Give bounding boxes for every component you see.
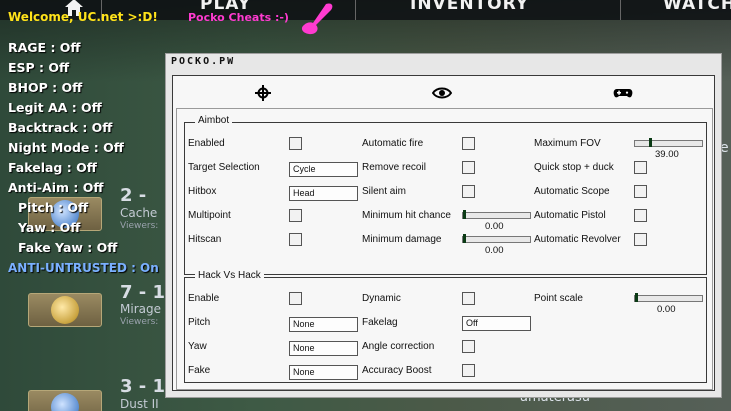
multipoint-label: Multipoint <box>188 210 231 221</box>
silent-aim-label: Silent aim <box>362 186 406 197</box>
fakelag-dropdown[interactable]: Off <box>462 316 531 331</box>
cheat-menu-window[interactable]: POCKO.PW Aimbot Enabled Target Selection… <box>165 53 722 398</box>
match-score: 2 - <box>120 185 147 206</box>
target-selection-label: Target Selection <box>188 162 260 173</box>
aimbot-group-title: Aimbot <box>195 115 233 126</box>
angle-correction-label: Angle correction <box>362 341 435 352</box>
pitch-label: Pitch <box>188 317 211 328</box>
automatic-pistol-checkbox[interactable] <box>634 209 647 222</box>
target-selection-dropdown[interactable]: Cycle <box>289 162 358 177</box>
eye-icon[interactable] <box>432 85 452 101</box>
max-fov-value: 39.00 <box>655 149 679 160</box>
automatic-scope-checkbox[interactable] <box>634 185 647 198</box>
match-map: Cache <box>120 206 158 220</box>
crosshair-icon[interactable] <box>253 85 273 101</box>
hvh-enable-label: Enable <box>188 293 220 304</box>
match-score: 7 - 1 <box>120 282 166 303</box>
automatic-revolver-checkbox[interactable] <box>634 233 647 246</box>
overlay-esp-status: ESP : Off <box>8 60 70 75</box>
yaw-label: Yaw <box>188 341 207 352</box>
fakelag-label: Fakelag <box>362 317 398 328</box>
slider-knob[interactable] <box>463 234 466 243</box>
hvh-group-title: Hack Vs Hack <box>195 270 264 281</box>
quick-stop-checkbox[interactable] <box>634 161 647 174</box>
remove-recoil-checkbox[interactable] <box>462 161 475 174</box>
overlay-night-mode-status: Night Mode : Off <box>8 140 124 155</box>
accuracy-boost-label: Accuracy Boost <box>362 365 432 376</box>
aimbot-group: Aimbot Enabled Target Selection Cycle Hi… <box>184 115 707 275</box>
tab-bar <box>173 76 714 108</box>
point-scale-value: 0.00 <box>657 304 676 315</box>
match-rank-badge[interactable] <box>28 293 102 327</box>
automatic-fire-checkbox[interactable] <box>462 137 475 150</box>
overlay-backtrack-status: Backtrack : Off <box>8 120 113 135</box>
brand-text: Pocko Cheats :-) <box>188 11 289 24</box>
fake-dropdown[interactable]: None <box>289 365 358 380</box>
rank-emblem-icon <box>51 296 79 324</box>
min-damage-value: 0.00 <box>485 245 504 256</box>
automatic-fire-label: Automatic fire <box>362 138 424 149</box>
yaw-dropdown[interactable]: None <box>289 341 358 356</box>
nav-tab-inventory[interactable]: INVENTORY <box>410 0 529 14</box>
enabled-label: Enabled <box>188 138 225 149</box>
min-damage-slider[interactable] <box>462 234 531 243</box>
overlay-bhop-status: BHOP : Off <box>8 80 83 95</box>
match-rank-badge[interactable] <box>28 390 102 411</box>
automatic-revolver-label: Automatic Revolver <box>534 234 621 245</box>
overlay-pitch-status: Pitch : Off <box>18 200 89 215</box>
silent-aim-checkbox[interactable] <box>462 185 475 198</box>
point-scale-slider[interactable] <box>634 293 703 302</box>
automatic-scope-label: Automatic Scope <box>534 186 610 197</box>
match-map: Dust II <box>120 397 159 411</box>
hack-vs-hack-group: Hack Vs Hack Enable Pitch None Yaw None … <box>184 270 707 383</box>
min-damage-label: Minimum damage <box>362 234 442 245</box>
match-viewers: Viewers: <box>120 317 159 327</box>
overlay-fake-yaw-status: Fake Yaw : Off <box>18 240 118 255</box>
dynamic-checkbox[interactable] <box>462 292 475 305</box>
pitch-dropdown[interactable]: None <box>289 317 358 332</box>
match-map: Mirage <box>120 302 161 316</box>
min-hit-chance-label: Minimum hit chance <box>362 210 451 221</box>
window-title: POCKO.PW <box>171 56 236 67</box>
hvh-enable-checkbox[interactable] <box>289 292 302 305</box>
angle-correction-checkbox[interactable] <box>462 340 475 353</box>
window-body: Aimbot Enabled Target Selection Cycle Hi… <box>172 75 715 391</box>
nav-separator <box>620 0 621 20</box>
gamepad-icon[interactable] <box>613 85 633 101</box>
slider-knob[interactable] <box>649 138 652 147</box>
match-viewers: Viewers: <box>120 221 159 231</box>
overlay-legit-aa-status: Legit AA : Off <box>8 100 102 115</box>
overlay-anti-untrusted-status: ANTI-UNTRUSTED : On <box>8 261 159 275</box>
slider-knob[interactable] <box>635 293 638 302</box>
nav-separator <box>355 0 356 20</box>
dynamic-label: Dynamic <box>362 293 401 304</box>
accuracy-boost-checkbox[interactable] <box>462 364 475 377</box>
hitscan-label: Hitscan <box>188 234 222 245</box>
nav-tab-watch[interactable]: WATCH <box>663 0 731 14</box>
max-fov-slider[interactable] <box>634 138 703 147</box>
min-hit-chance-slider[interactable] <box>462 210 531 219</box>
hitbox-label: Hitbox <box>188 186 217 197</box>
overlay-rage-status: RAGE : Off <box>8 40 81 55</box>
welcome-text: Welcome, UC.net >:D! <box>8 10 158 24</box>
fake-label: Fake <box>188 365 211 376</box>
overlay-fakelag-status: Fakelag : Off <box>8 160 97 175</box>
overlay-anti-aim-status: Anti-Aim : Off <box>8 180 104 195</box>
multipoint-checkbox[interactable] <box>289 209 302 222</box>
point-scale-label: Point scale <box>534 293 583 304</box>
quick-stop-label: Quick stop + duck <box>534 162 614 173</box>
hitscan-checkbox[interactable] <box>289 233 302 246</box>
automatic-pistol-label: Automatic Pistol <box>534 210 606 221</box>
overlay-yaw-status: Yaw : Off <box>18 220 81 235</box>
slider-knob[interactable] <box>463 210 466 219</box>
match-score: 3 - 1 <box>120 376 166 397</box>
rank-emblem-icon <box>51 393 79 411</box>
max-fov-label: Maximum FOV <box>534 138 601 149</box>
brand-splash-icon <box>301 3 333 35</box>
enabled-checkbox[interactable] <box>289 137 302 150</box>
hitbox-dropdown[interactable]: Head <box>289 186 358 201</box>
remove-recoil-label: Remove recoil <box>362 162 426 173</box>
min-hit-chance-value: 0.00 <box>485 221 504 232</box>
aimbot-tab-content: Aimbot Enabled Target Selection Cycle Hi… <box>176 108 713 390</box>
